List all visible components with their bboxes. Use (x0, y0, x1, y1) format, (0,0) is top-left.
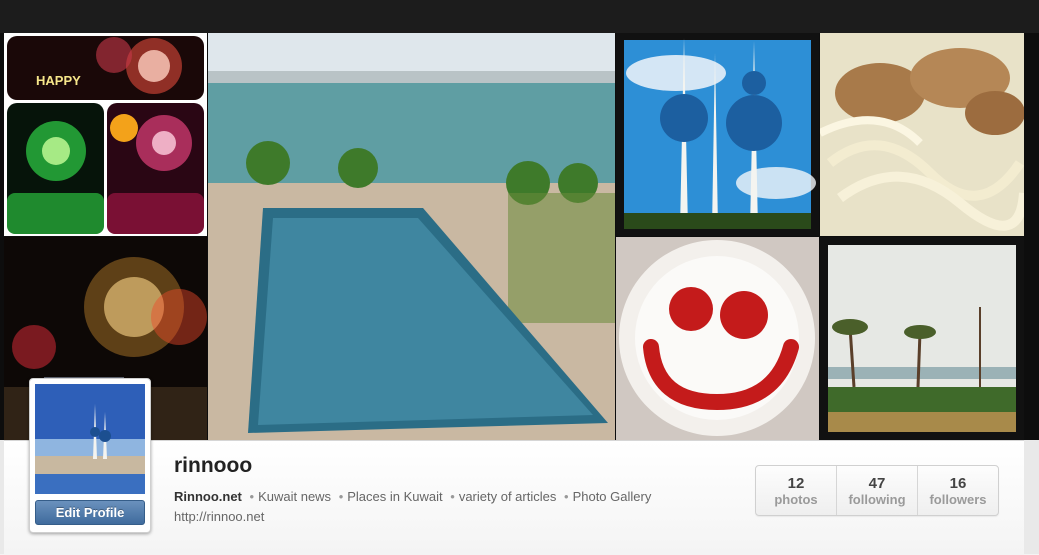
stat-followers-label: followers (929, 492, 987, 507)
avatar[interactable] (35, 384, 145, 494)
photo-kuwait-towers[interactable] (616, 33, 819, 236)
profile-username: rinnooo (174, 454, 253, 477)
top-nav-bar (0, 0, 1039, 33)
bio-separator: • (450, 489, 455, 504)
stat-following-count: 47 (868, 475, 886, 492)
stat-following-label: following (848, 492, 906, 507)
happy-text: HAPPY (36, 73, 81, 88)
edit-profile-button[interactable]: Edit Profile (35, 500, 145, 525)
profile-bio: Rinnoo.net • Kuwait news • Places in Kuwai… (174, 489, 651, 504)
bio-item: variety of articles (458, 489, 557, 504)
bio-site-name: Rinnoo.net (174, 489, 242, 504)
profile-website-link[interactable]: http://rinnoo.net (174, 509, 264, 524)
photo-happy-fireworks-collage[interactable]: HAPPY (4, 33, 207, 236)
stat-followers[interactable]: 16 followers (918, 466, 998, 515)
bio-separator: • (564, 489, 569, 504)
bio-item: Places in Kuwait (347, 489, 443, 504)
stat-photos-label: photos (774, 492, 818, 507)
photo-beach-palms[interactable] (820, 237, 1024, 440)
stat-following[interactable]: 47 following (837, 466, 918, 515)
stat-followers-count: 16 (949, 475, 967, 492)
avatar-card: Edit Profile (29, 378, 151, 533)
bio-item: Kuwait news (258, 489, 332, 504)
profile-stats: 12 photos 47 following 16 followers (755, 465, 999, 516)
bio-separator: • (338, 489, 344, 504)
stat-photos-count: 12 (787, 475, 805, 492)
stat-photos[interactable]: 12 photos (756, 466, 837, 515)
bio-separator: • (249, 489, 255, 504)
photo-hotel-pool[interactable] (208, 33, 615, 440)
left-margin (0, 440, 4, 554)
bio-item: Photo Gallery (572, 489, 652, 504)
profile-banner-grid: HAPPY (0, 33, 1039, 440)
photo-ketchup-smiley[interactable] (616, 237, 819, 440)
right-margin (1024, 440, 1039, 554)
photo-chicken-pasta[interactable] (820, 33, 1024, 236)
